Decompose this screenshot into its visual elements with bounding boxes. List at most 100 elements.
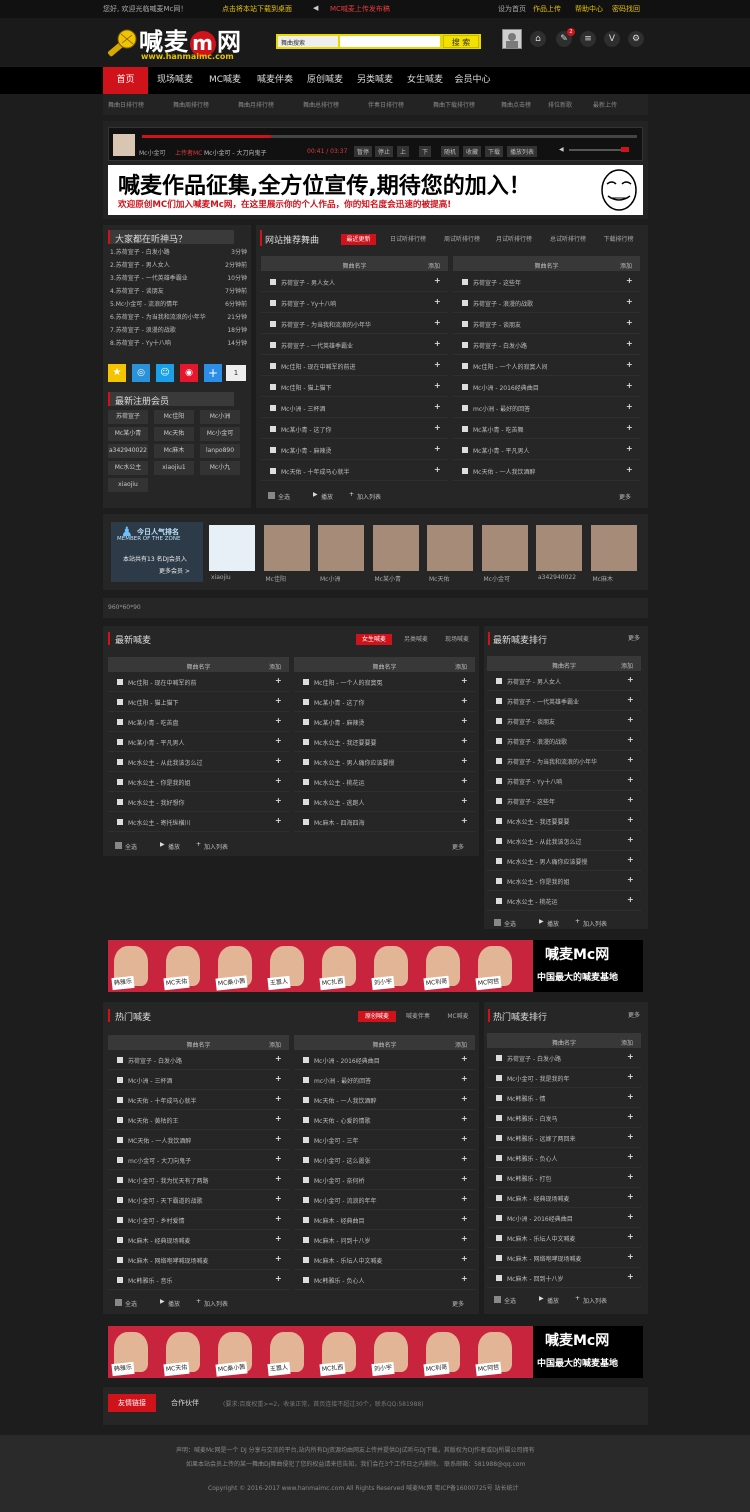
select-all-icon[interactable] <box>494 919 501 926</box>
track-name[interactable]: Mc小金可 - 我是我的年 <box>507 1074 569 1083</box>
add-plus-icon[interactable]: + <box>627 735 634 744</box>
add-plus-icon[interactable]: + <box>626 318 633 327</box>
add-plus-icon[interactable]: + <box>434 465 441 474</box>
track-name[interactable]: Mc韩雅乐 - 负心人 <box>314 1276 364 1285</box>
gear-icon[interactable]: ⚙ <box>628 31 644 47</box>
track-name[interactable]: Mc小金可 - 三年 <box>314 1136 358 1145</box>
row-checkbox[interactable] <box>496 718 502 724</box>
track-name[interactable]: mc小金可 - 大刀向鬼子 <box>128 1156 191 1165</box>
row-checkbox[interactable] <box>496 1215 502 1221</box>
track-name[interactable]: Mc某小青 - 吃苦舞 <box>473 425 523 434</box>
member-avatar[interactable] <box>590 525 637 571</box>
hot-rank-more[interactable]: 更多 <box>628 1010 640 1019</box>
track-name[interactable]: Mc某小青 - 吃苦盘 <box>128 718 178 727</box>
add-plus-icon[interactable]: + <box>461 1234 468 1243</box>
track-name[interactable]: 苏荷宣子 - 谈朋友 <box>473 320 521 329</box>
row-checkbox[interactable] <box>303 1237 309 1243</box>
track-name[interactable]: 苏荷宣子 - 这些年 <box>507 797 555 806</box>
row-checkbox[interactable] <box>117 1197 123 1203</box>
nav-original[interactable]: 原创喊麦 <box>300 67 350 94</box>
listening-item[interactable]: 7.苏荷宣子 - 浪漫的战歌 <box>110 325 176 334</box>
track-name[interactable]: Mc佳阳 - 现在中喊军的前 <box>128 678 196 687</box>
add-plus-icon[interactable]: + <box>461 1274 468 1283</box>
pause-button[interactable]: 暂停 <box>354 146 373 157</box>
row-checkbox[interactable] <box>496 1075 502 1081</box>
track-name[interactable]: Mc麻木 - 问到十八岁 <box>314 1236 370 1245</box>
row-checkbox[interactable] <box>496 778 502 784</box>
track-name[interactable]: 苏荷宣子 - Yy十八响 <box>281 299 336 308</box>
track-name[interactable]: Mc麻木 - 回到十八岁 <box>507 1274 563 1283</box>
add-plus-icon[interactable]: + <box>461 756 468 765</box>
track-name[interactable]: 苏荷宣子 - 为当我和流浪的小年华 <box>507 757 597 766</box>
member-name[interactable]: Mc天佑 <box>429 574 449 583</box>
member-avatar[interactable] <box>318 525 364 571</box>
row-checkbox[interactable] <box>303 1177 309 1183</box>
upload-notice-link[interactable]: MC喊麦上传发布稿 <box>330 4 390 14</box>
add-plus-icon[interactable]: + <box>275 696 282 705</box>
row-checkbox[interactable] <box>303 679 309 685</box>
row-checkbox[interactable] <box>117 1057 123 1063</box>
add-plus-icon[interactable]: + <box>275 1054 282 1063</box>
add-plus-icon[interactable]: + <box>461 816 468 825</box>
add-plus-icon[interactable]: + <box>461 1114 468 1123</box>
add-plus-icon[interactable]: + <box>627 855 634 864</box>
add-to-list-button[interactable]: 加入列表 <box>583 1296 607 1305</box>
row-checkbox[interactable] <box>270 383 276 390</box>
add-plus-icon[interactable]: + <box>275 1194 282 1203</box>
tab-latest[interactable]: 女生喊麦 <box>356 634 392 645</box>
track-name[interactable]: Mc水公主 - 你是我的姐 <box>128 778 190 787</box>
track-name[interactable]: mc小洲 - 最好的回答 <box>314 1076 371 1085</box>
row-checkbox[interactable] <box>303 1157 309 1163</box>
row-checkbox[interactable] <box>496 678 502 684</box>
nav-live[interactable]: 现场喊麦 <box>150 67 200 94</box>
subnav-item[interactable]: 最新上传 <box>593 100 617 109</box>
track-name[interactable]: Mc小金可 - 这么嚣张 <box>314 1156 370 1165</box>
track-name[interactable]: Mc韩雅乐 - 远嫁了两回来 <box>507 1134 575 1143</box>
add-plus-icon[interactable]: + <box>626 423 633 432</box>
play-button[interactable]: 播放 <box>547 919 559 928</box>
add-plus-icon[interactable]: + <box>627 1072 634 1081</box>
tab-hot[interactable]: 喊麦伴奏 <box>400 1011 436 1022</box>
add-plus-icon[interactable]: + <box>275 816 282 825</box>
track-name[interactable]: Mc韩雅乐 - 音乐 <box>128 1276 172 1285</box>
playlist-icon[interactable]: ≡ <box>580 31 596 47</box>
track-name[interactable]: Mc韩雅乐 - 情 <box>507 1094 545 1103</box>
row-checkbox[interactable] <box>496 818 502 824</box>
add-plus-icon[interactable]: + <box>434 381 441 390</box>
add-plus-icon[interactable]: + <box>627 1252 634 1261</box>
track-name[interactable]: Mc水公主 - 我好想你 <box>128 798 184 807</box>
track-name[interactable]: Mc水公主 - 你是我的姐 <box>507 877 569 886</box>
track-name[interactable]: Mc佳阳 - 一个人的寂寞冤 <box>314 678 382 687</box>
track-name[interactable]: Mc佳阳 - 一个人的寂寞人间 <box>473 362 547 371</box>
password-link[interactable]: 密码找回 <box>612 4 640 14</box>
add-to-list-button[interactable]: 加入列表 <box>204 1299 228 1308</box>
add-plus-icon[interactable]: + <box>434 360 441 369</box>
latest-rank-more[interactable]: 更多 <box>628 633 640 642</box>
add-plus-icon[interactable]: + <box>626 465 633 474</box>
member-name[interactable]: Mc某小青 <box>375 574 401 583</box>
nav-mc[interactable]: MC喊麦 <box>200 67 250 94</box>
add-to-list-button[interactable]: 加入列表 <box>357 492 381 501</box>
track-name[interactable]: Mc小洲 - 三杯酒 <box>281 404 325 413</box>
track-name[interactable]: 苏荷宣子 - Yy十八响 <box>507 777 562 786</box>
add-plus-icon[interactable]: + <box>434 297 441 306</box>
add-to-list-button[interactable]: 加入列表 <box>583 919 607 928</box>
row-checkbox[interactable] <box>496 878 502 884</box>
row-checkbox[interactable] <box>303 1217 309 1223</box>
track-name[interactable]: Mc某小青 - 这了你 <box>281 425 331 434</box>
track-name[interactable]: Mc韩雅乐 - 白发马 <box>507 1114 557 1123</box>
track-name[interactable]: Mc天佑 - 黄枯的王 <box>128 1116 178 1125</box>
track-name[interactable]: Mc水公主 - 我还要要要 <box>507 817 569 826</box>
add-plus-icon[interactable]: + <box>626 276 633 285</box>
nav-alternative[interactable]: 另类喊麦 <box>350 67 400 94</box>
add-plus-icon[interactable]: + <box>627 1272 634 1281</box>
track-name[interactable]: Mc小洲 - 2016经典曲目 <box>507 1214 573 1223</box>
add-plus-icon[interactable]: + <box>627 1052 634 1061</box>
row-checkbox[interactable] <box>462 383 468 390</box>
add-plus-icon[interactable]: + <box>627 715 634 724</box>
member-avatar[interactable] <box>536 525 582 571</box>
listening-item[interactable]: 6.苏荷宣子 - 为当我和流浪的小年华 <box>110 312 206 321</box>
row-checkbox[interactable] <box>462 362 468 369</box>
track-name[interactable]: Mc水公主 - 寄托纵横川 <box>128 818 190 827</box>
row-checkbox[interactable] <box>496 838 502 844</box>
